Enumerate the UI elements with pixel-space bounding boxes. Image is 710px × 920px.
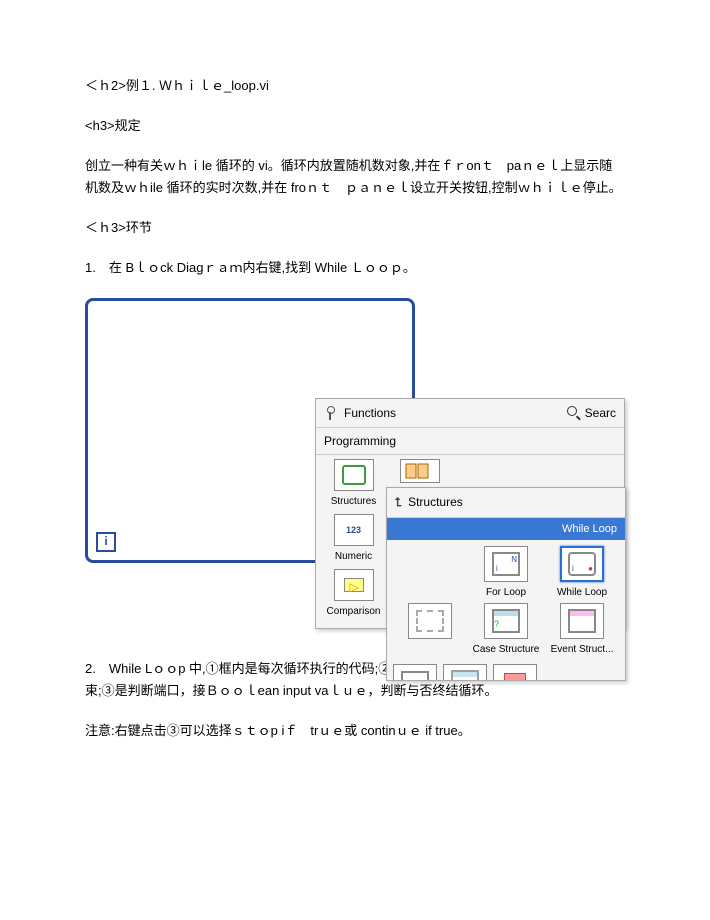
structures-item[interactable]: Structures: [320, 459, 387, 510]
partial-icon-2[interactable]: [443, 664, 487, 680]
back-arrow-icon[interactable]: ⮤: [395, 492, 402, 512]
case-structure-item[interactable]: Case Structure: [469, 603, 543, 658]
iteration-terminal-icon: i: [96, 532, 116, 552]
dashed-slot-item[interactable]: [393, 603, 467, 658]
numeric-item[interactable]: 123 Numeric: [320, 514, 387, 565]
structures-submenu[interactable]: ⮤ Structures While Loop For Loop: [386, 487, 626, 681]
array-icon-peek[interactable]: [400, 459, 440, 483]
event-structure-label: Event Struct...: [551, 641, 614, 658]
event-structure-item[interactable]: Event Struct...: [545, 603, 619, 658]
numeric-icon: 123: [334, 514, 374, 546]
numeric-label: Numeric: [335, 548, 372, 565]
submenu-bottom-row-partial: [387, 664, 625, 680]
comparison-icon: [334, 569, 374, 601]
partial-icon-1[interactable]: [393, 664, 437, 680]
structures-icon: [334, 459, 374, 491]
case-structure-label: Case Structure: [473, 641, 540, 658]
search-label: Searc: [585, 403, 616, 423]
palette-header: Functions Searc: [316, 399, 624, 428]
pin-icon[interactable]: [324, 406, 338, 420]
structures-label: Structures: [331, 493, 377, 510]
programming-category[interactable]: Programming: [316, 428, 624, 455]
functions-palette[interactable]: Functions Searc Programming Structures 1…: [315, 398, 625, 630]
for-loop-label: For Loop: [486, 584, 526, 601]
palette-body: Structures 123 Numeric Comparison ⮤: [316, 455, 624, 628]
block-diagram-figure: i Functions Searc Programming Structures…: [85, 298, 625, 638]
submenu-title: Structures: [408, 492, 463, 512]
dashed-icon: [408, 603, 452, 639]
palette-title: Functions: [344, 403, 396, 423]
intro-text: 创立一种有关ｗｈｉle 循环的 vi。循环内放置随机数对象,并在ｆｒonｔ pa…: [85, 155, 625, 199]
partial-icon-3[interactable]: [493, 664, 537, 680]
case-structure-icon: [484, 603, 528, 639]
search-button[interactable]: Searc: [567, 403, 616, 423]
h3-steps: ＜ｈ3>环节: [85, 217, 625, 239]
while-loop-label: While Loop: [557, 584, 607, 601]
palette-left-column: Structures 123 Numeric Comparison: [316, 455, 391, 628]
highlight-bar: While Loop: [387, 518, 625, 541]
top-row-partial: [396, 459, 440, 483]
step-1: 1. 在 Bｌｏck Diagｒａｍ内右键,找到 While Ｌｏｏｐ。: [85, 257, 625, 279]
while-loop-icon: [560, 546, 604, 582]
h3-spec: <h3>规定: [85, 115, 625, 137]
blank-slot: [393, 546, 467, 601]
submenu-header: ⮤ Structures: [387, 488, 625, 517]
step-3-note: 注意:右键点击③可以选择ｓｔｏp iｆ trｕｅ或 continｕｅ if tr…: [85, 720, 625, 742]
for-loop-item[interactable]: For Loop: [469, 546, 543, 601]
event-structure-icon: [560, 603, 604, 639]
h2-title: ＜ｈ2>例１. Ｗｈｉｌｅ_loop.vi: [85, 75, 625, 97]
for-loop-icon: [484, 546, 528, 582]
while-loop-item[interactable]: While Loop: [545, 546, 619, 601]
comparison-item[interactable]: Comparison: [320, 569, 387, 620]
submenu-grid: For Loop While Loop Case Structure: [387, 540, 625, 664]
search-icon: [567, 406, 581, 420]
comparison-label: Comparison: [327, 603, 381, 620]
